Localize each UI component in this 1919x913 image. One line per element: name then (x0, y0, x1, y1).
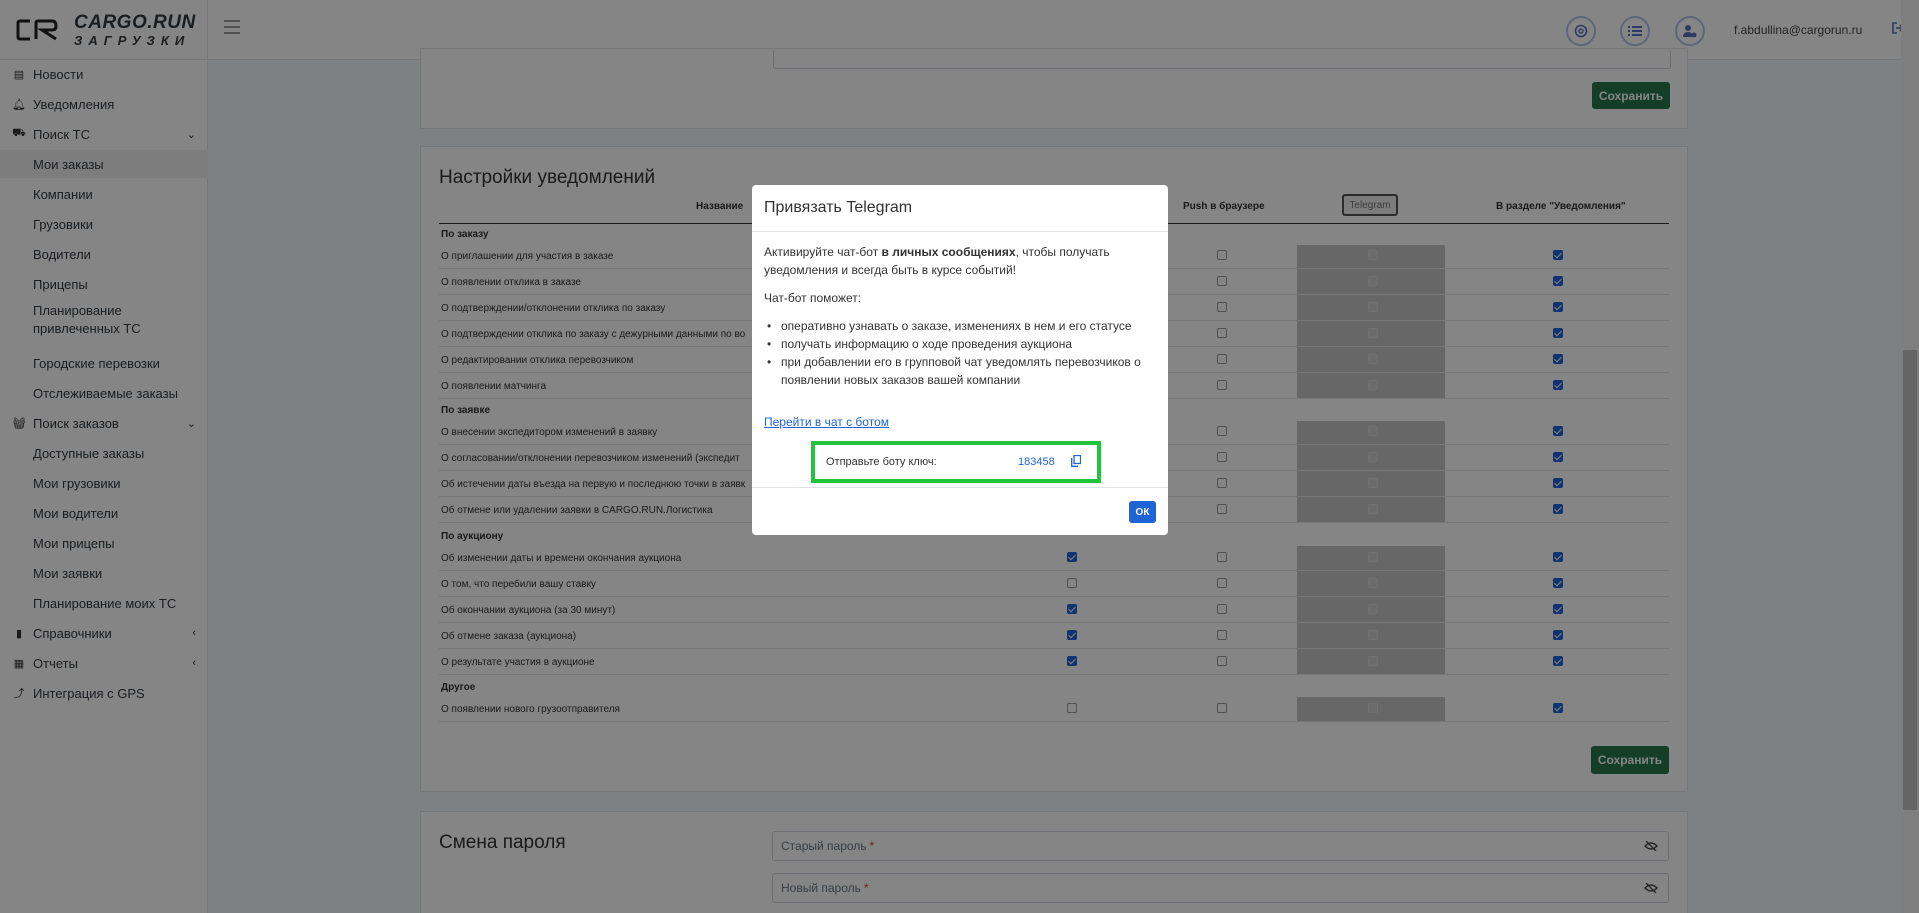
modal-intro: Активируйте чат-бот в личных сообщениях,… (764, 243, 1156, 279)
modal-header: Привязать Telegram (752, 185, 1168, 232)
key-label: Отправьте боту ключ: (826, 456, 937, 468)
ok-button[interactable]: ОК (1129, 501, 1156, 523)
bot-chat-link[interactable]: Перейти в чат с ботом (764, 415, 889, 429)
modal-footer: ОК (752, 487, 1168, 535)
list-item: оперативно узнавать о заказе, изменениях… (764, 317, 1156, 335)
modal-title: Привязать Telegram (764, 199, 913, 216)
modal-helps: Чат-бот поможет: (764, 291, 862, 305)
key-value[interactable]: 183458 (1018, 456, 1055, 468)
telegram-modal: Привязать Telegram Активируйте чат-бот в… (752, 185, 1168, 535)
feature-list: оперативно узнавать о заказе, изменениях… (764, 317, 1156, 389)
copy-icon[interactable] (1071, 455, 1081, 467)
list-item: получать информацию о ходе проведения ау… (764, 335, 1156, 353)
modal-body: Активируйте чат-бот в личных сообщениях,… (764, 243, 1156, 431)
list-item: при добавлении его в групповой чат уведо… (764, 353, 1156, 389)
intro-text: Активируйте чат-бот (764, 245, 882, 259)
intro-bold: в личных сообщениях (881, 245, 1016, 259)
bot-key-box: Отправьте боту ключ: 183458 (811, 441, 1101, 483)
